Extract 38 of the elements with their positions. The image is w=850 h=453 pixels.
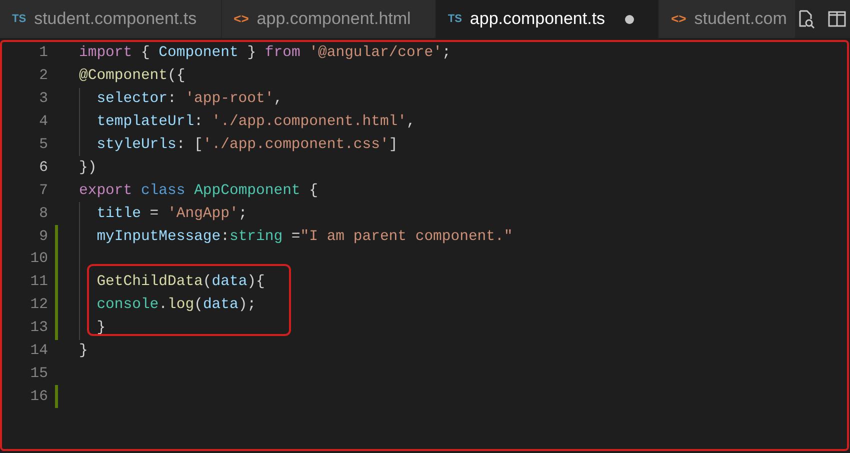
line-number: 11 [29, 273, 48, 292]
code-line: import { Component } from '@angular/core'; [79, 44, 451, 64]
line-number: 6 [38, 158, 48, 178]
editor-tab[interactable]: <> app.component.html [222, 0, 436, 38]
typescript-file-icon: TS [448, 10, 462, 28]
editor-tab[interactable]: <> student.com [659, 0, 796, 38]
code-line: templateUrl: './app.component.html', [96, 113, 416, 132]
code-line: } [96, 319, 106, 338]
html-file-icon: <> [234, 9, 249, 29]
code-line: export class AppComponent { [79, 182, 318, 201]
line-number: 1 [38, 44, 48, 64]
editor-tab[interactable]: TS app.component.ts [436, 0, 660, 38]
line-number: 16 [29, 388, 48, 407]
line-number: 4 [38, 113, 48, 132]
html-file-icon: <> [671, 9, 686, 29]
line-number: 13 [29, 319, 48, 338]
line-number: 5 [38, 136, 48, 155]
line-number: 3 [38, 90, 48, 110]
code-line: console.log(data); [96, 296, 256, 316]
code-line: myInputMessage:string ="I am parent component." [96, 228, 513, 246]
code-line: styleUrls: ['./app.component.css'] [96, 136, 398, 155]
line-number: 14 [29, 342, 48, 361]
line-number: 10 [29, 250, 48, 270]
code-line: @Component({ [79, 67, 186, 86]
editor-tab[interactable]: TS student.component.ts [0, 0, 222, 38]
code-line: }) [79, 158, 97, 178]
line-number: 9 [38, 228, 48, 246]
line-number: 8 [38, 204, 48, 224]
code-line: title = 'AngApp'; [96, 204, 248, 224]
code-line: } [79, 342, 88, 361]
line-number: 15 [29, 364, 48, 384]
line-number: 12 [29, 296, 48, 316]
typescript-file-icon: TS [12, 10, 26, 28]
line-number: 7 [38, 182, 48, 201]
split-editor-icon[interactable] [828, 10, 846, 28]
code-line: selector: 'app-root', [96, 90, 283, 110]
code-line: GetChildData(data){ [96, 273, 265, 292]
line-number: 2 [38, 67, 48, 86]
